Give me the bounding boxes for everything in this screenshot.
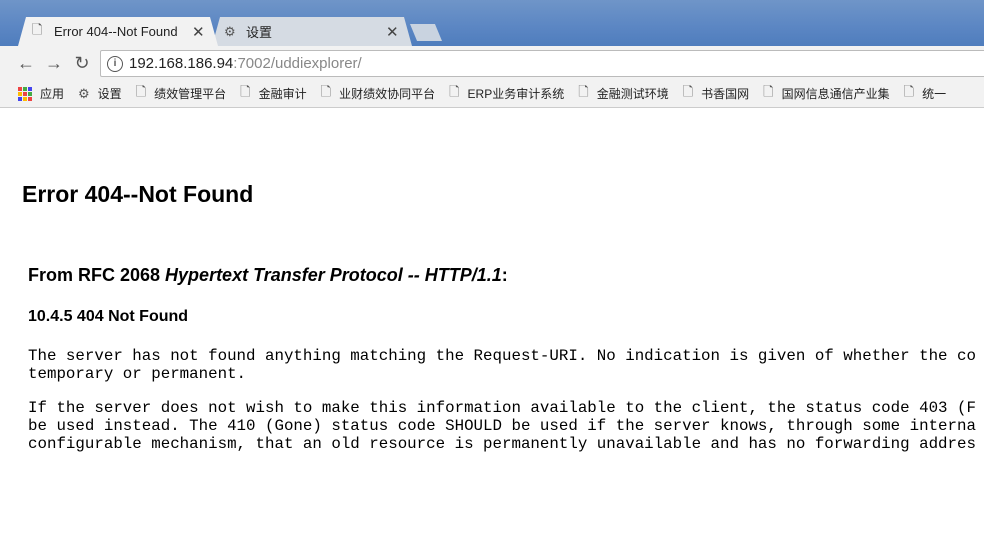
bookmark-apps[interactable]: 应用 [18, 85, 64, 102]
page-icon: 🗋 [578, 83, 589, 99]
text-line: temporary or permanent. [28, 365, 247, 383]
toolbar: ← → ↻ i 192.168.186.94:7002/uddiexplorer… [0, 46, 984, 80]
bookmarks-bar: 应用 ⚙ 设置 🗋 绩效管理平台 🗋 金融审计 🗋 业财绩效协同平台 🗋 ERP业务审计… [0, 80, 984, 108]
bookmark-label: 书香国网 [701, 87, 750, 101]
page-icon: 🗋 [240, 83, 251, 99]
rfc-heading: From RFC 2068 Hypertext Transfer Protoco… [28, 265, 508, 286]
bookmark-label: 国网信息通信产业集 [781, 87, 890, 101]
bookmark-label: 业财绩效协同平台 [339, 87, 436, 101]
page-icon: 🗋 [449, 83, 460, 99]
info-icon[interactable]: i [107, 55, 123, 72]
text-line: be used instead. The 410 (Gone) status c… [28, 417, 976, 435]
text-line: The server has not found anything matchi… [28, 347, 976, 365]
paragraph-2: If the server does not wish to make this… [28, 399, 976, 453]
rfc-suffix: : [501, 265, 508, 285]
bookmark-label: 统一 [922, 87, 947, 101]
bookmark-label: 设置 [97, 87, 122, 101]
text-line: configurable mechanism, that an old reso… [28, 435, 976, 453]
gear-icon: ⚙ [224, 23, 236, 39]
address-bar[interactable]: i 192.168.186.94:7002/uddiexplorer/ [100, 50, 984, 77]
rfc-prefix: From RFC 2068 [28, 265, 166, 285]
rfc-title: Hypertext Transfer Protocol -- HTTP/1.1 [165, 265, 502, 285]
bookmark-item[interactable]: 🗋 金融测试环境 [578, 83, 668, 105]
tab-title: 设置 [246, 25, 273, 40]
section-heading: 10.4.5 404 Not Found [28, 308, 189, 325]
url-path: :7002/uddiexplorer/ [233, 55, 362, 72]
text-line: If the server does not wish to make this… [28, 399, 976, 417]
page-icon: 🗋 [32, 21, 43, 37]
bookmark-item[interactable]: 🗋 金融审计 [240, 83, 306, 105]
bookmark-item[interactable]: 🗋 书香国网 [683, 83, 749, 105]
back-icon[interactable]: ← [12, 53, 40, 74]
forward-icon[interactable]: → [40, 53, 68, 74]
page-content: Error 404--Not Found From RFC 2068 Hyper… [0, 109, 984, 534]
bookmark-item[interactable]: 🗋 国网信息通信产业集 [763, 83, 889, 105]
bookmark-item[interactable]: 🗋 绩效管理平台 [136, 83, 226, 105]
reload-icon[interactable]: ↻ [68, 53, 96, 74]
gear-icon: ⚙ [78, 85, 90, 101]
bookmark-item[interactable]: 🗋 统一 [904, 83, 946, 105]
bookmark-settings[interactable]: ⚙ 设置 [78, 85, 122, 102]
url-host: 192.168.186.94 [129, 55, 234, 72]
bookmark-item[interactable]: 🗋 ERP业务审计系统 [449, 83, 564, 105]
page-icon: 🗋 [763, 83, 774, 99]
tab-settings[interactable]: ⚙ 设置 ✕ [212, 17, 412, 46]
bookmark-item[interactable]: 🗋 业财绩效协同平台 [321, 83, 435, 105]
page-icon: 🗋 [135, 83, 147, 99]
bookmark-label: 绩效管理平台 [154, 87, 227, 101]
bookmark-label: 金融审计 [258, 87, 307, 101]
apps-icon [18, 86, 32, 101]
bookmark-label: 应用 [40, 87, 65, 101]
paragraph-1: The server has not found anything matchi… [28, 347, 976, 383]
tab-error-404[interactable]: 🗋 Error 404--Not Found ✕ [18, 17, 218, 46]
bookmark-label: ERP业务审计系统 [467, 87, 565, 101]
bookmark-label: 金融测试环境 [596, 87, 669, 101]
page-icon: 🗋 [320, 83, 332, 99]
page-title: Error 404--Not Found [22, 181, 254, 207]
page-icon: 🗋 [903, 83, 915, 99]
page-icon: 🗋 [682, 83, 694, 99]
tab-title: Error 404--Not Found [54, 24, 178, 39]
